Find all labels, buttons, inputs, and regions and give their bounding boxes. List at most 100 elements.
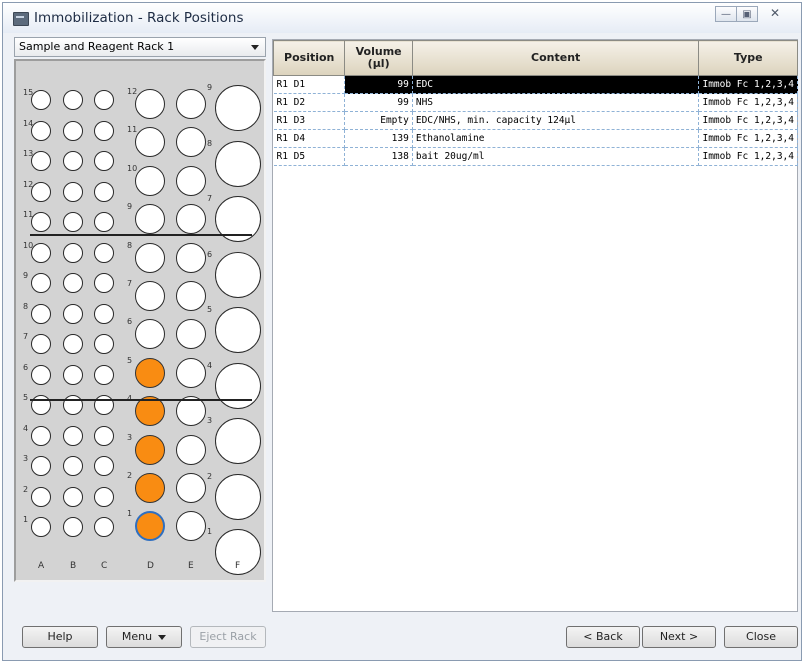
large-tube-F9[interactable] [215, 85, 261, 131]
small-tube-B10[interactable] [63, 242, 83, 263]
small-tube-C7[interactable] [94, 334, 114, 354]
small-tube-C8[interactable] [94, 303, 114, 324]
small-tube-B2[interactable] [63, 486, 83, 507]
small-tube-B15[interactable] [63, 90, 83, 110]
small-tube-B7[interactable] [63, 334, 83, 354]
small-tube-B8[interactable] [63, 303, 83, 324]
small-tube-A1[interactable] [31, 517, 51, 537]
minimize-button[interactable]: — [715, 6, 737, 22]
medium-tube-D8[interactable] [135, 242, 165, 273]
menu-button[interactable]: Menu [106, 626, 182, 648]
medium-tube-E7[interactable] [176, 281, 206, 311]
medium-tube-E10[interactable] [176, 165, 206, 196]
cell-content[interactable]: Ethanolamine [412, 129, 700, 148]
maximize-button[interactable]: ▣ [736, 6, 758, 22]
header-content[interactable]: Content [411, 40, 700, 76]
table-row[interactable]: R1 D3 Empty EDC/NHS, min. capacity 124µl… [273, 111, 798, 130]
small-tube-C4[interactable] [94, 425, 114, 446]
small-tube-B11[interactable] [63, 212, 83, 232]
cell-content[interactable]: NHS [412, 93, 700, 112]
small-tube-B6[interactable] [63, 364, 83, 385]
small-tube-A2[interactable] [31, 486, 51, 507]
cell-content[interactable]: EDC [412, 75, 700, 94]
table-row[interactable]: R1 D2 99 NHS Immob Fc 1,2,3,4 [273, 93, 798, 112]
small-tube-C15[interactable] [94, 90, 114, 110]
table-row[interactable]: R1 D5 138 bait 20ug/ml Immob Fc 1,2,3,4 [273, 147, 798, 166]
cell-volume[interactable]: 99 [344, 75, 413, 94]
cell-volume[interactable]: 138 [344, 147, 413, 166]
small-tube-B14[interactable] [63, 120, 83, 141]
medium-tube-D1[interactable] [135, 511, 165, 542]
medium-tube-E1[interactable] [176, 511, 206, 542]
medium-tube-E9[interactable] [176, 204, 206, 235]
header-volume[interactable]: Volume (µl) [344, 40, 413, 76]
small-tube-C12[interactable] [94, 181, 114, 202]
small-tube-A8[interactable] [31, 303, 51, 324]
medium-tube-D9[interactable] [135, 204, 165, 235]
small-tube-B5[interactable] [63, 395, 83, 415]
close-button[interactable]: Close [724, 626, 798, 648]
large-tube-F6[interactable] [215, 251, 261, 298]
cell-position[interactable]: R1 D3 [273, 111, 346, 130]
large-tube-F4[interactable] [215, 362, 261, 409]
medium-tube-D2[interactable] [135, 473, 165, 503]
back-button[interactable]: < Back [566, 626, 640, 648]
large-tube-F2[interactable] [215, 473, 261, 520]
cell-volume[interactable]: Empty [344, 111, 413, 130]
medium-tube-E8[interactable] [176, 242, 206, 273]
small-tube-C5[interactable] [94, 395, 114, 415]
rack-dropdown[interactable]: Sample and Reagent Rack 1 [14, 37, 266, 57]
medium-tube-D11[interactable] [135, 127, 165, 158]
header-type[interactable]: Type [698, 40, 798, 76]
small-tube-A9[interactable] [31, 273, 51, 293]
cell-type[interactable]: Immob Fc 1,2,3,4 [698, 147, 798, 166]
small-tube-C10[interactable] [94, 242, 114, 263]
small-tube-A6[interactable] [31, 364, 51, 385]
small-tube-C1[interactable] [94, 517, 114, 537]
small-tube-B3[interactable] [63, 456, 83, 476]
small-tube-C13[interactable] [94, 151, 114, 171]
medium-tube-E11[interactable] [176, 127, 206, 158]
cell-type[interactable]: Immob Fc 1,2,3,4 [698, 75, 798, 94]
medium-tube-D10[interactable] [135, 165, 165, 196]
small-tube-B13[interactable] [63, 151, 83, 171]
small-tube-A4[interactable] [31, 425, 51, 446]
table-row[interactable]: R1 D4 139 Ethanolamine Immob Fc 1,2,3,4 [273, 129, 798, 148]
small-tube-A13[interactable] [31, 151, 51, 171]
cell-position[interactable]: R1 D1 [273, 75, 346, 94]
medium-tube-D12[interactable] [135, 89, 165, 119]
small-tube-C6[interactable] [94, 364, 114, 385]
cell-position[interactable]: R1 D5 [273, 147, 346, 166]
small-tube-C3[interactable] [94, 456, 114, 476]
small-tube-A7[interactable] [31, 334, 51, 354]
small-tube-A11[interactable] [31, 212, 51, 232]
small-tube-A14[interactable] [31, 120, 51, 141]
cell-type[interactable]: Immob Fc 1,2,3,4 [698, 111, 798, 130]
cell-content[interactable]: EDC/NHS, min. capacity 124µl [412, 111, 700, 130]
small-tube-A3[interactable] [31, 456, 51, 476]
eject-rack-button[interactable]: Eject Rack [190, 626, 266, 648]
medium-tube-E2[interactable] [176, 473, 206, 503]
large-tube-F8[interactable] [215, 140, 261, 187]
next-button[interactable]: Next > [642, 626, 716, 648]
cell-position[interactable]: R1 D4 [273, 129, 346, 148]
small-tube-A15[interactable] [31, 90, 51, 110]
small-tube-C11[interactable] [94, 212, 114, 232]
medium-tube-D3[interactable] [135, 434, 165, 465]
medium-tube-D6[interactable] [135, 319, 165, 350]
small-tube-B12[interactable] [63, 181, 83, 202]
medium-tube-E5[interactable] [176, 357, 206, 388]
help-button[interactable]: Help [22, 626, 98, 648]
large-tube-F3[interactable] [215, 418, 261, 464]
table-row[interactable]: R1 D1 99 EDC Immob Fc 1,2,3,4 [273, 75, 798, 94]
small-tube-A5[interactable] [31, 395, 51, 415]
medium-tube-E3[interactable] [176, 434, 206, 465]
small-tube-C9[interactable] [94, 273, 114, 293]
cell-volume[interactable]: 139 [344, 129, 413, 148]
cell-content[interactable]: bait 20ug/ml [412, 147, 700, 166]
cell-position[interactable]: R1 D2 [273, 93, 346, 112]
medium-tube-E12[interactable] [176, 89, 206, 119]
cell-type[interactable]: Immob Fc 1,2,3,4 [698, 129, 798, 148]
medium-tube-D7[interactable] [135, 281, 165, 311]
small-tube-B1[interactable] [63, 517, 83, 537]
